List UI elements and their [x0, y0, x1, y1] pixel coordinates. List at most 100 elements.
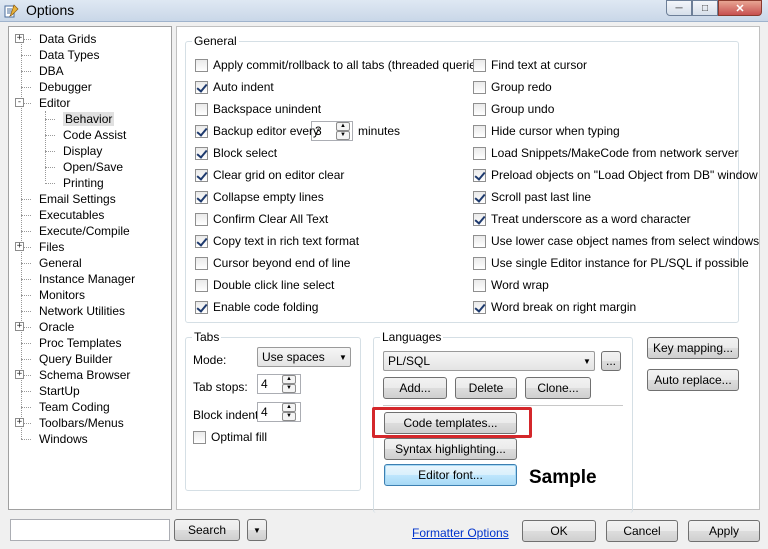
checkbox-box[interactable]: [473, 58, 486, 72]
tree-item[interactable]: Behavior: [45, 111, 115, 127]
cancel-button[interactable]: Cancel: [606, 520, 678, 542]
option-checkbox[interactable]: Confirm Clear All Text: [195, 211, 328, 227]
checkbox-box[interactable]: [473, 300, 486, 314]
apply-button[interactable]: Apply: [688, 520, 760, 542]
maximize-button[interactable]: □: [692, 0, 718, 16]
tree-item[interactable]: Team Coding: [21, 399, 110, 415]
close-button[interactable]: ✕: [718, 0, 762, 16]
checkbox-box[interactable]: [473, 168, 486, 182]
option-checkbox[interactable]: Group undo: [473, 101, 554, 117]
expand-icon[interactable]: +: [15, 242, 24, 251]
search-button[interactable]: Search: [174, 519, 240, 541]
code-templates-button[interactable]: Code templates...: [384, 412, 517, 434]
tree-item[interactable]: + Files: [15, 239, 64, 255]
option-checkbox[interactable]: Backup editor every: [195, 123, 319, 139]
option-checkbox[interactable]: Load Snippets/MakeCode from network serv…: [473, 145, 738, 161]
checkbox-box[interactable]: [195, 256, 208, 270]
checkbox-box[interactable]: [473, 102, 486, 116]
spin-down-icon[interactable]: ▼: [282, 384, 296, 393]
tree-item[interactable]: Proc Templates: [21, 335, 121, 351]
checkbox-box[interactable]: [195, 300, 208, 314]
ok-button[interactable]: OK: [522, 520, 596, 542]
syntax-highlighting-button[interactable]: Syntax highlighting...: [384, 438, 517, 460]
mode-select[interactable]: Use spaces ▼: [257, 347, 351, 367]
checkbox-box[interactable]: [195, 80, 208, 94]
checkbox-box[interactable]: [195, 124, 208, 138]
search-input[interactable]: [10, 519, 170, 541]
checkbox-box[interactable]: [195, 102, 208, 116]
option-checkbox[interactable]: Word break on right margin: [473, 299, 636, 315]
tree-item[interactable]: General: [21, 255, 82, 271]
option-checkbox[interactable]: Collapse empty lines: [195, 189, 324, 205]
option-checkbox[interactable]: Use single Editor instance for PL/SQL if…: [473, 255, 749, 271]
tree-item[interactable]: Printing: [45, 175, 104, 191]
checkbox-box[interactable]: [195, 146, 208, 160]
tree-item[interactable]: - Editor: [15, 95, 70, 111]
clone-language-button[interactable]: Clone...: [525, 377, 591, 399]
checkbox-box[interactable]: [473, 146, 486, 160]
tab-stops-value[interactable]: 4: [258, 377, 282, 391]
language-more-button[interactable]: ...: [601, 351, 621, 371]
expand-icon[interactable]: +: [15, 322, 24, 331]
option-checkbox[interactable]: Double click line select: [195, 277, 334, 293]
key-mapping-button[interactable]: Key mapping...: [647, 337, 739, 359]
checkbox-box[interactable]: [195, 168, 208, 182]
option-checkbox[interactable]: Word wrap: [473, 277, 549, 293]
tree-item[interactable]: Executables: [21, 207, 104, 223]
auto-replace-button[interactable]: Auto replace...: [647, 369, 739, 391]
tree-item[interactable]: Data Types: [21, 47, 99, 63]
editor-font-button[interactable]: Editor font...: [384, 464, 517, 486]
option-checkbox[interactable]: Group redo: [473, 79, 552, 95]
checkbox-box[interactable]: [473, 278, 486, 292]
add-language-button[interactable]: Add...: [383, 377, 447, 399]
tree-item[interactable]: Query Builder: [21, 351, 112, 367]
tree-item[interactable]: + Data Grids: [15, 31, 96, 47]
checkbox-box[interactable]: [473, 256, 486, 270]
minimize-button[interactable]: ─: [666, 0, 692, 16]
expand-icon[interactable]: +: [15, 370, 24, 379]
block-indent-value[interactable]: 4: [258, 405, 282, 419]
option-checkbox[interactable]: Use lower case object names from select …: [473, 233, 759, 249]
expand-icon[interactable]: +: [15, 34, 24, 43]
option-checkbox[interactable]: Apply commit/rollback to all tabs (threa…: [195, 57, 486, 73]
spin-down-icon[interactable]: ▼: [336, 131, 350, 140]
language-select[interactable]: PL/SQL ▼: [383, 351, 595, 371]
checkbox-box[interactable]: [473, 80, 486, 94]
search-options-button[interactable]: ▼: [247, 519, 267, 541]
option-checkbox[interactable]: Block select: [195, 145, 277, 161]
spin-up-icon[interactable]: ▲: [336, 122, 350, 131]
option-checkbox[interactable]: Auto indent: [195, 79, 274, 95]
checkbox-box[interactable]: [195, 58, 208, 72]
tree-item[interactable]: DBA: [21, 63, 64, 79]
tree-item[interactable]: + Oracle: [15, 319, 74, 335]
tree-item[interactable]: Open/Save: [45, 159, 123, 175]
checkbox-box[interactable]: [473, 124, 486, 138]
tree-item[interactable]: Execute/Compile: [21, 223, 130, 239]
tree-item[interactable]: + Toolbars/Menus: [15, 415, 124, 431]
option-checkbox[interactable]: Backspace unindent: [195, 101, 321, 117]
tree-item[interactable]: Network Utilities: [21, 303, 125, 319]
option-checkbox[interactable]: Preload objects on "Load Object from DB"…: [473, 167, 758, 183]
option-checkbox[interactable]: Find text at cursor: [473, 57, 587, 73]
expand-icon[interactable]: +: [15, 418, 24, 427]
tree-item[interactable]: Windows: [21, 431, 88, 447]
checkbox-box[interactable]: [195, 212, 208, 226]
tree-item[interactable]: Debugger: [21, 79, 92, 95]
spin-up-icon[interactable]: ▲: [282, 375, 296, 384]
option-checkbox[interactable]: Hide cursor when typing: [473, 123, 620, 139]
option-checkbox[interactable]: Copy text in rich text format: [195, 233, 359, 249]
options-tree[interactable]: + Data Grids Data Types DBA Debugger - Editor B…: [8, 26, 172, 510]
collapse-icon[interactable]: -: [15, 98, 24, 107]
tree-item[interactable]: Monitors: [21, 287, 85, 303]
delete-language-button[interactable]: Delete: [455, 377, 517, 399]
tree-item[interactable]: + Schema Browser: [15, 367, 130, 383]
optimal-fill-checkbox[interactable]: Optimal fill: [193, 429, 267, 445]
checkbox-box[interactable]: [195, 278, 208, 292]
option-checkbox[interactable]: Treat underscore as a word character: [473, 211, 691, 227]
checkbox-box[interactable]: [473, 190, 486, 204]
option-checkbox[interactable]: Enable code folding: [195, 299, 318, 315]
block-indent-spinner[interactable]: 4 ▲ ▼: [257, 402, 301, 422]
formatter-options-link[interactable]: Formatter Options: [412, 526, 509, 540]
checkbox-box[interactable]: [473, 234, 486, 248]
checkbox-box[interactable]: [195, 190, 208, 204]
